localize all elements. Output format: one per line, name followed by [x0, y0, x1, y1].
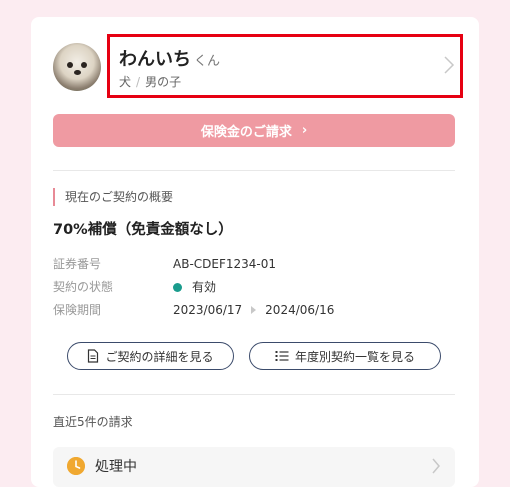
contract-section-title: 現在のご契約の概要 — [53, 188, 173, 206]
insurance-period-label: 保険期間 — [53, 303, 102, 317]
contract-status-value: 有効 — [173, 278, 216, 296]
arrow-right-icon — [251, 306, 257, 314]
yearly-contracts-button[interactable]: 年度別契約一覧を見る — [249, 342, 441, 370]
yearly-contracts-label: 年度別契約一覧を見る — [294, 349, 415, 364]
avatar-eye — [81, 62, 87, 68]
pet-profile-link[interactable]: わんいち くん 犬 / 男の子 — [107, 34, 463, 98]
claim-button-label: 保険金のご請求 — [200, 125, 292, 140]
document-icon — [88, 349, 99, 363]
chevron-right-icon — [432, 458, 440, 474]
contract-status-text: 有効 — [192, 280, 217, 294]
pet-avatar — [53, 43, 101, 91]
clock-icon — [67, 457, 85, 475]
period-end: 2024/06/16 — [265, 303, 335, 317]
divider — [53, 394, 455, 395]
pet-gender: 男の子 — [145, 75, 182, 89]
pet-separator: / — [136, 75, 141, 89]
policy-number-value: AB-CDEF1234-01 — [173, 257, 277, 271]
avatar-nose — [74, 70, 81, 75]
claim-insurance-button[interactable]: 保険金のご請求 › — [53, 114, 455, 147]
plan-name: 70%補償（免責金額なし） — [53, 222, 233, 238]
list-icon — [275, 351, 289, 361]
divider — [53, 170, 455, 171]
chevron-right-icon — [444, 56, 455, 74]
pet-name-suffix: くん — [194, 54, 221, 69]
pet-species: 犬 — [119, 75, 132, 89]
claim-list-item[interactable]: 処理中 — [53, 447, 455, 487]
pet-name: わんいち — [119, 49, 191, 70]
period-start: 2023/06/17 — [173, 303, 243, 317]
contract-card: わんいち くん 犬 / 男の子 保険金のご請求 › 現在のご契約の概要 70%補償（免… — [31, 17, 479, 487]
contract-details-button[interactable]: ご契約の詳細を見る — [67, 342, 234, 370]
pet-name-line: わんいち くん — [119, 45, 220, 71]
contract-details-label: ご契約の詳細を見る — [105, 349, 214, 364]
claim-status: 処理中 — [95, 459, 137, 475]
policy-number-label: 証券番号 — [53, 257, 102, 271]
status-dot — [173, 282, 182, 292]
pet-details: 犬 / 男の子 — [119, 73, 181, 90]
contract-status-label: 契約の状態 — [53, 280, 114, 294]
chevron-right-icon: › — [301, 123, 308, 138]
insurance-period-value: 2023/06/17 2024/06/16 — [173, 301, 334, 319]
recent-claims-title: 直近5件の請求 — [53, 415, 133, 429]
avatar-eye — [67, 62, 73, 68]
